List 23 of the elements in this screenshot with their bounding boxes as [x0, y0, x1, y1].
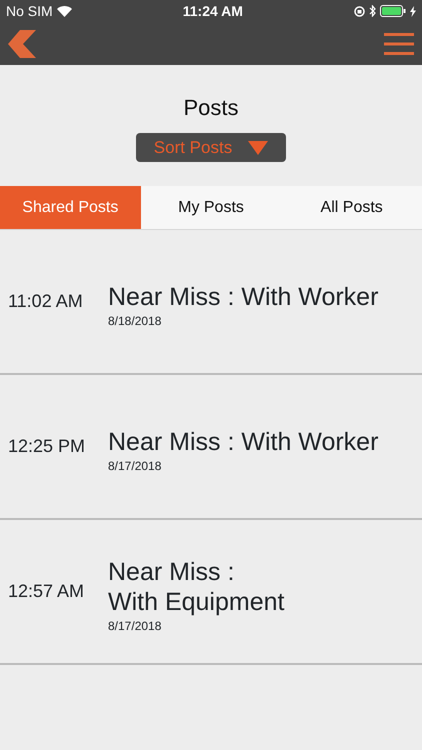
post-date: 8/17/2018 — [108, 458, 162, 474]
post-time: 12:57 AM — [8, 580, 86, 603]
battery-icon — [380, 5, 406, 17]
post-date: 8/17/2018 — [108, 618, 162, 634]
clock: 11:24 AM — [182, 2, 243, 20]
tab[interactable]: All Posts — [281, 186, 422, 229]
rotation-lock-icon — [354, 6, 365, 16]
post-title[interactable]: Near Miss : With Equipment — [108, 556, 284, 616]
post-title[interactable]: Near Miss : With Worker — [108, 282, 378, 312]
tab[interactable]: Shared Posts — [0, 186, 141, 229]
wifi-icon — [56, 6, 72, 16]
menu-icon[interactable] — [384, 32, 414, 56]
carrier-label: No SIM — [6, 2, 53, 20]
post-date: 8/18/2018 — [108, 312, 162, 330]
tab[interactable]: My Posts — [140, 186, 282, 229]
post-time: 11:02 AM — [8, 290, 84, 313]
back-icon[interactable] — [8, 30, 36, 58]
charging-icon — [410, 6, 416, 16]
caret-icon — [248, 140, 268, 154]
page-title: Posts — [183, 95, 239, 120]
post-time: 12:25 PM — [8, 435, 86, 458]
post-title[interactable]: Near Miss : With Worker — [108, 426, 378, 456]
bluetooth-icon — [369, 5, 376, 17]
